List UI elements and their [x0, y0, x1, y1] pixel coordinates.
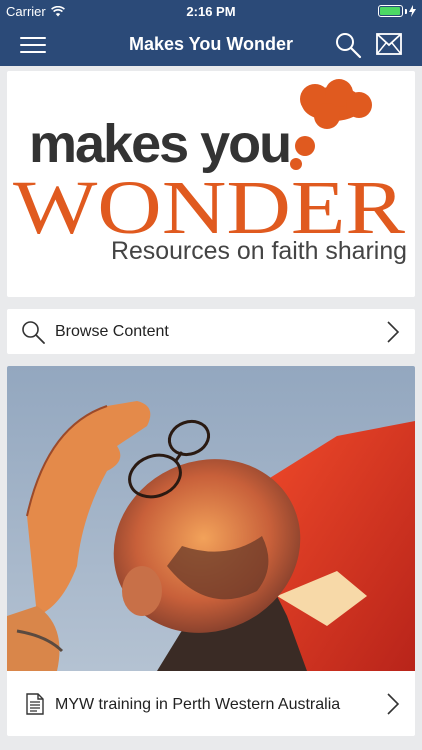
battery-icon	[378, 5, 403, 17]
search-icon	[22, 321, 45, 344]
status-time: 2:16 PM	[186, 4, 236, 19]
browse-content-label: Browse Content	[55, 323, 169, 340]
featured-photo	[7, 366, 415, 671]
battery-tip	[405, 8, 407, 14]
chevron-right-icon	[387, 693, 400, 715]
logo-card: makes you WONDER Resources on faith shar…	[7, 71, 415, 297]
thought-bubble-icon	[290, 79, 372, 170]
featured-item-row[interactable]: MYW training in Perth Western Australia	[7, 671, 415, 736]
mail-icon[interactable]	[376, 33, 402, 55]
makes-you-wonder-logo: makes you WONDER Resources on faith shar…	[13, 79, 407, 265]
featured-item-title: MYW training in Perth Western Australia	[55, 696, 341, 713]
logo-tagline: Resources on faith sharing	[111, 237, 407, 265]
logo-line1: makes you	[29, 114, 290, 174]
battery-indicator	[378, 5, 416, 17]
battery-fill	[380, 7, 400, 15]
search-icon[interactable]	[334, 31, 362, 59]
charging-bolt-icon	[409, 5, 416, 17]
navigation-bar: Makes You Wonder	[0, 22, 422, 66]
status-bar: Carrier 2:16 PM	[0, 0, 422, 22]
document-icon	[26, 693, 44, 715]
chevron-right-icon	[387, 321, 400, 343]
featured-item-card[interactable]: MYW training in Perth Western Australia	[7, 366, 415, 736]
browse-content-button[interactable]: Browse Content	[7, 309, 415, 354]
